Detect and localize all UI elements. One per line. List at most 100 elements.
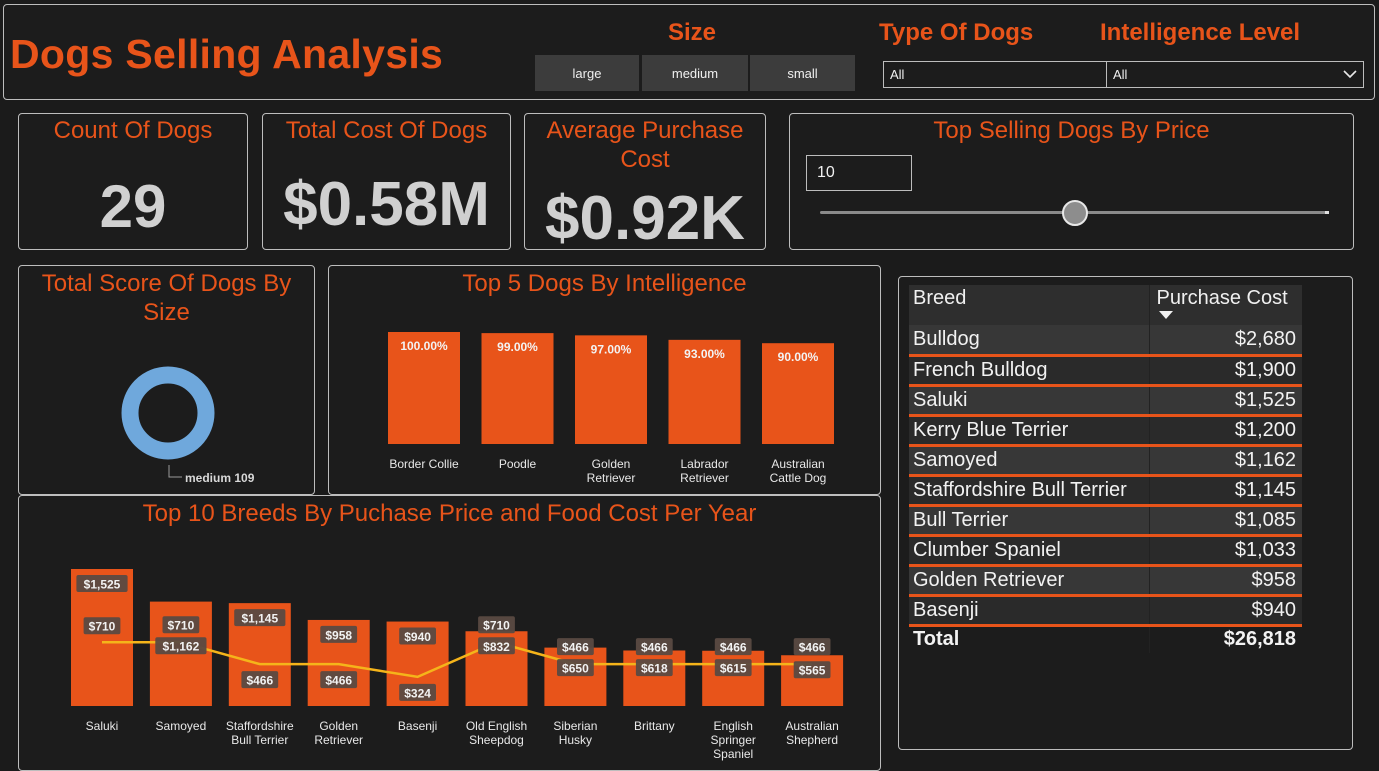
- cost-cell: $1,033: [1148, 535, 1302, 567]
- donut-ring-medium[interactable]: [121, 366, 215, 460]
- table-row[interactable]: Saluki $1,525: [909, 385, 1302, 417]
- kpi-average-cost-label: Average Purchase Cost: [546, 117, 744, 173]
- breed-cell: Basenji: [909, 595, 1149, 627]
- cost-cell: $1,900: [1148, 355, 1302, 387]
- cost-cell: $1,200: [1148, 415, 1302, 447]
- breed-category-label: Bull Terrier: [231, 733, 288, 747]
- app-title: Dogs Selling Analysis: [10, 31, 444, 77]
- intelligence-category-label: Labrador: [680, 457, 728, 471]
- sort-descending-icon: [1158, 311, 1173, 319]
- breed-category-label: English: [714, 719, 753, 733]
- table-row[interactable]: Clumber Spaniel $1,033: [909, 535, 1302, 567]
- food-cost-data-label: $710: [168, 619, 195, 633]
- top-selling-slicer: Top Selling Dogs By Price: [789, 113, 1354, 250]
- donut-chart: medium 109: [121, 366, 255, 485]
- breed-category-label: Siberian: [553, 719, 597, 733]
- food-cost-data-label: $466: [325, 674, 352, 688]
- breed-category-label: Spaniel: [713, 747, 753, 761]
- intelligence-bar-chart: 100.00% Border Collie 99.00% Poodle 97.00% Go…: [388, 332, 834, 485]
- table-row[interactable]: Golden Retriever $958: [909, 565, 1302, 597]
- cost-cell: $2,680: [1148, 325, 1302, 357]
- table-total-row: Total $26,818: [909, 625, 1302, 653]
- type-of-dogs-value: All: [890, 67, 905, 82]
- table-row[interactable]: French Bulldog $1,900: [909, 355, 1302, 387]
- purchase-price-data-label: $565: [799, 664, 826, 678]
- cost-cell: $1,162: [1148, 445, 1302, 477]
- kpi-average-cost-card: Average Purchase Cost $0.92K: [524, 113, 766, 253]
- food-cost-data-label: $710: [89, 620, 116, 634]
- donut-label: medium 109: [185, 471, 255, 485]
- slider-thumb[interactable]: [1061, 200, 1088, 226]
- breed-cell: Bulldog: [909, 325, 1149, 357]
- breed-category-label: Australian: [785, 719, 838, 733]
- intelligence-slicer-title: Intelligence Level: [1100, 19, 1301, 46]
- breed-category-label: Retriever: [314, 733, 363, 747]
- total-label-cell: Total: [909, 625, 1149, 653]
- breed-category-label: Shepherd: [786, 733, 838, 747]
- column-header-purchase-cost-label: Purchase Cost: [1156, 287, 1288, 309]
- column-header-purchase-cost[interactable]: Purchase Cost: [1148, 285, 1302, 325]
- food-cost-data-label: $466: [562, 641, 589, 655]
- purchase-price-data-label: $650: [562, 662, 589, 676]
- kpi-count-card: Count Of Dogs 29: [18, 113, 248, 250]
- purchase-price-bar[interactable]: [623, 650, 686, 706]
- purchase-cost-table-panel: Breed Purchase Cost Bulldog $2,680 French…: [898, 276, 1353, 750]
- column-header-breed[interactable]: Breed: [909, 285, 1149, 325]
- table-row[interactable]: Bulldog $2,680: [909, 325, 1302, 357]
- intelligence-category-label: Retriever: [680, 471, 729, 485]
- total-value-cell: $26,818: [1148, 625, 1302, 653]
- size-button-small[interactable]: small: [750, 55, 855, 91]
- purchase-price-data-label: $832: [483, 640, 510, 654]
- breed-category-label: Samoyed: [156, 719, 207, 733]
- table-row[interactable]: Staffordshire Bull Terrier $1,145: [909, 475, 1302, 507]
- breed-cell: Bull Terrier: [909, 505, 1149, 537]
- kpi-total-cost-value: $0.58M: [283, 170, 490, 239]
- intelligence-category-label: Border Collie: [389, 457, 459, 471]
- intelligence-category-label: Cattle Dog: [770, 471, 827, 485]
- breed-category-label: Saluki: [86, 719, 119, 733]
- table-row[interactable]: Kerry Blue Terrier $1,200: [909, 415, 1302, 447]
- kpi-total-cost-label: Total Cost Of Dogs: [285, 117, 488, 144]
- breed-category-label: Sheepdog: [469, 733, 524, 747]
- type-slicer-title: Type Of Dogs: [879, 19, 1034, 46]
- intelligence-data-label: 97.00%: [591, 342, 632, 356]
- purchase-price-bar[interactable]: [544, 647, 607, 706]
- table-row[interactable]: Basenji $940: [909, 595, 1302, 627]
- purchase-price-bar[interactable]: [702, 650, 765, 706]
- intelligence-category-label: Australian: [771, 457, 824, 471]
- kpi-count-value: 29: [99, 173, 167, 240]
- intelligence-data-label: 100.00%: [400, 339, 448, 353]
- type-of-dogs-dropdown[interactable]: All: [883, 61, 1138, 88]
- purchase-cost-table: Breed Purchase Cost Bulldog $2,680 French…: [909, 285, 1302, 653]
- breed-category-label: Staffordshire: [226, 719, 294, 733]
- cost-cell: $940: [1148, 595, 1302, 627]
- breeds-combo-chart: $1,525 $710 $1,162 $710 $1,145 $466 $958 $466 $9…: [71, 569, 844, 761]
- breed-cell: Golden Retriever: [909, 565, 1149, 597]
- breeds-combo-chart-panel: Top 10 Breeds By Puchase Price and Food …: [18, 495, 881, 771]
- intelligence-level-value: All: [1113, 67, 1128, 82]
- kpi-total-cost-card: Total Cost Of Dogs $0.58M: [262, 113, 511, 250]
- intelligence-level-dropdown[interactable]: All: [1106, 61, 1364, 88]
- table-row[interactable]: Bull Terrier $1,085: [909, 505, 1302, 537]
- breed-category-label: Springer: [711, 733, 756, 747]
- top-selling-slicer-title: Top Selling Dogs By Price: [933, 117, 1210, 144]
- size-button-medium[interactable]: medium: [642, 55, 748, 91]
- breed-category-label: Golden: [319, 719, 358, 733]
- donut-leader-line: [168, 465, 182, 478]
- food-cost-data-label: $466: [799, 641, 826, 655]
- purchase-price-data-label: $958: [325, 628, 352, 642]
- size-slicer-title: Size: [668, 19, 717, 46]
- intelligence-category-label: Poodle: [499, 457, 537, 471]
- kpi-average-cost-value: $0.92K: [545, 184, 745, 253]
- table-row[interactable]: Samoyed $1,162: [909, 445, 1302, 477]
- breed-cell: Samoyed: [909, 445, 1149, 477]
- breed-cell: Saluki: [909, 385, 1149, 417]
- purchase-price-data-label: $940: [404, 630, 431, 644]
- breed-category-label: Old English: [466, 719, 527, 733]
- top-n-input[interactable]: [806, 155, 912, 191]
- breed-cell: Staffordshire Bull Terrier: [909, 475, 1149, 507]
- size-button-large[interactable]: large: [535, 55, 639, 91]
- food-cost-data-label: $324: [404, 686, 431, 700]
- purchase-price-data-label: $1,162: [163, 640, 200, 654]
- column-header-breed-label: Breed: [913, 287, 967, 309]
